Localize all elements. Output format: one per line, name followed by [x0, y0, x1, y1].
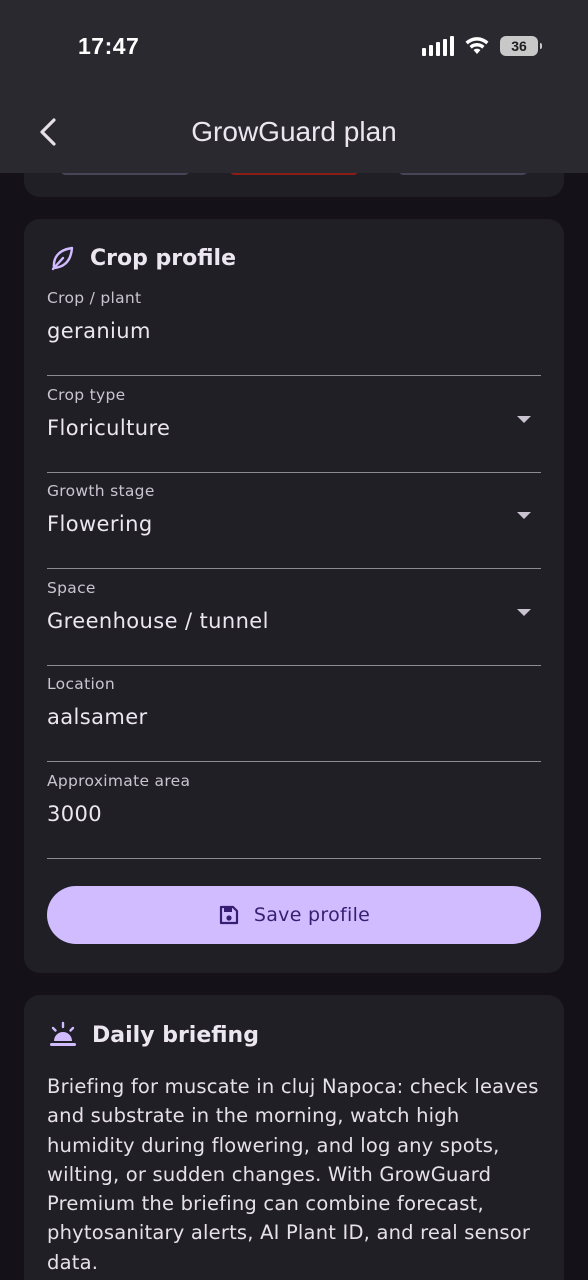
field-label: Space — [47, 579, 96, 597]
top-app-bar: 17:47 36 GrowGuard plan — [0, 0, 588, 173]
dropdown-arrow-icon — [517, 416, 531, 423]
dropdown-arrow-icon — [517, 512, 531, 519]
crop-profile-card: Crop profile Crop / plant geranium Crop … — [24, 219, 564, 973]
field-label: Crop / plant — [47, 289, 142, 307]
leaf-icon — [51, 246, 74, 271]
save-profile-label: Save profile — [253, 904, 371, 926]
wifi-icon — [465, 37, 489, 54]
crop-profile-header: Crop profile — [48, 244, 236, 272]
sunrise-icon — [50, 1021, 76, 1046]
field-value: aalsamer — [47, 705, 148, 729]
field-value: Flowering — [47, 512, 153, 536]
field-value: geranium — [47, 319, 151, 343]
crop-type-dropdown[interactable]: Crop type Floriculture — [47, 376, 541, 473]
daily-briefing-title: Daily briefing — [92, 1022, 259, 1048]
growth-stage-dropdown[interactable]: Growth stage Flowering — [47, 472, 541, 569]
status-time: 17:47 — [78, 33, 140, 59]
save-icon — [219, 905, 238, 925]
location-field[interactable]: Location aalsamer — [47, 665, 541, 762]
crop-plant-field[interactable]: Crop / plant geranium — [47, 279, 541, 376]
area-field[interactable]: Approximate area 3000 — [47, 762, 541, 859]
daily-briefing-card: Daily briefing Briefing for muscate in c… — [24, 995, 564, 1280]
field-value: 3000 — [47, 802, 103, 826]
battery-icon: 36 — [500, 36, 542, 56]
space-dropdown[interactable]: Space Greenhouse / tunnel — [47, 569, 541, 666]
cellular-signal-icon — [422, 36, 454, 56]
dropdown-arrow-icon — [517, 609, 531, 616]
save-profile-button[interactable]: Save profile — [47, 886, 541, 944]
briefing-text: Briefing for muscate in cluj Napoca: che… — [47, 1075, 539, 1274]
field-label: Growth stage — [47, 482, 155, 500]
page-title: GrowGuard plan — [191, 116, 397, 147]
field-value: Floriculture — [47, 416, 171, 440]
crop-profile-title: Crop profile — [90, 245, 236, 271]
status-icons: 36 — [422, 36, 542, 56]
field-label: Approximate area — [47, 772, 191, 790]
field-label: Crop type — [47, 386, 126, 404]
field-label: Location — [47, 675, 115, 693]
field-value: Greenhouse / tunnel — [47, 609, 269, 633]
daily-briefing-header: Daily briefing — [48, 1021, 259, 1049]
